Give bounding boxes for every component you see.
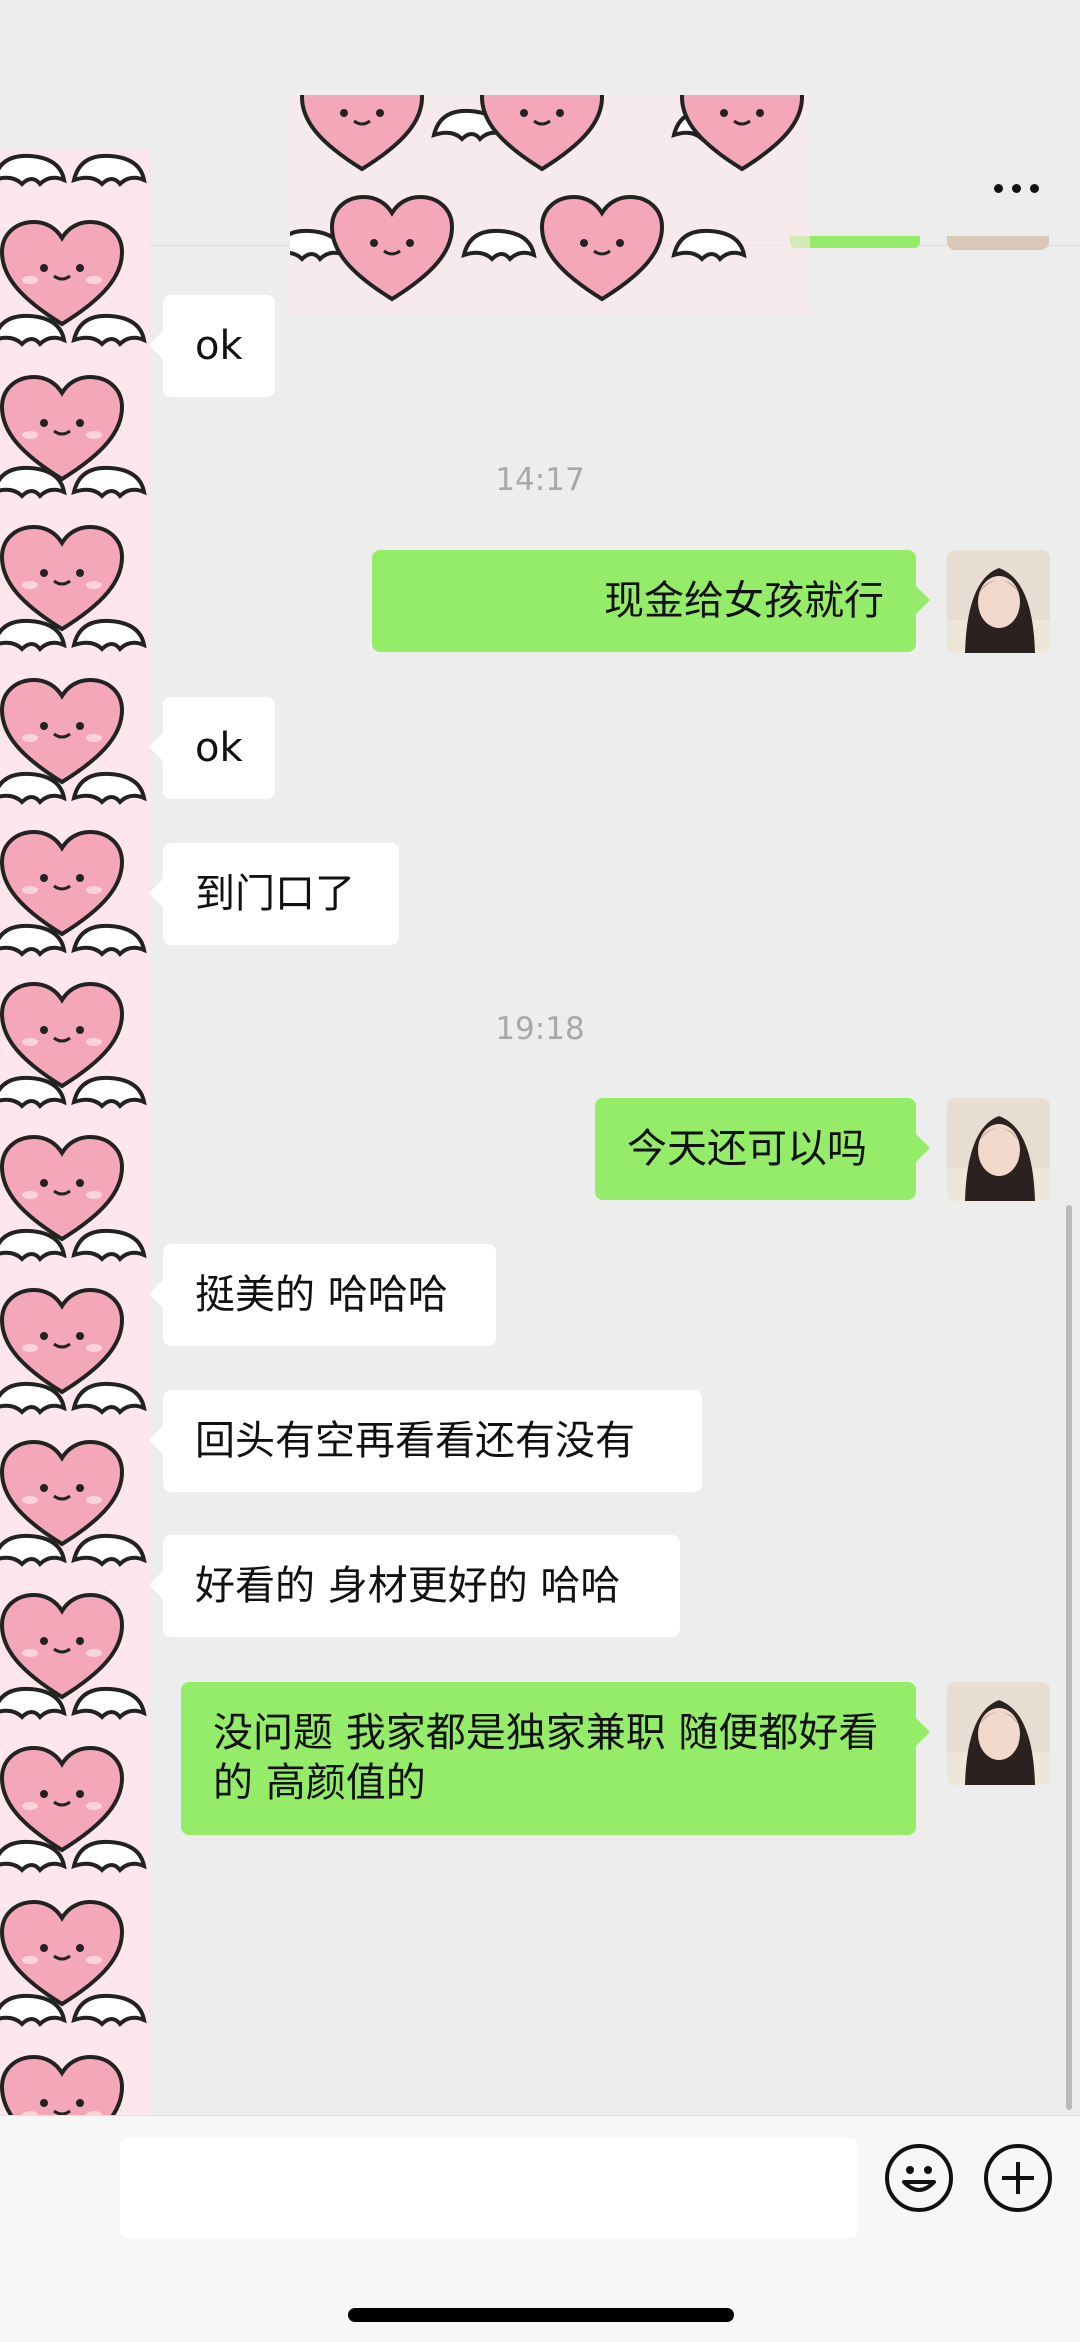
- plus-button[interactable]: [984, 2144, 1052, 2212]
- user-avatar[interactable]: [947, 1098, 1050, 1201]
- more-options-button[interactable]: [980, 160, 1052, 216]
- incoming-message[interactable]: ok: [149, 295, 275, 397]
- scrollbar[interactable]: [1066, 1205, 1072, 2110]
- incoming-message[interactable]: 到门口了: [149, 843, 399, 945]
- emoji-icon: [902, 2166, 936, 2192]
- more-icon: [993, 183, 1039, 193]
- message-input[interactable]: [120, 2138, 858, 2238]
- outgoing-message[interactable]: 今天还可以吗: [595, 1098, 930, 1200]
- sticker-overlay: [0, 150, 150, 2270]
- home-indicator[interactable]: [348, 2308, 734, 2322]
- incoming-message[interactable]: 好看的 身材更好的 哈哈: [149, 1535, 680, 1637]
- emoji-button[interactable]: [885, 2144, 953, 2212]
- user-avatar[interactable]: [947, 1682, 1050, 1785]
- timestamp: 14:17: [495, 462, 585, 498]
- timestamp: 19:18: [495, 1011, 585, 1047]
- user-avatar[interactable]: [947, 550, 1050, 653]
- plus-icon: [1002, 2162, 1034, 2194]
- incoming-message[interactable]: ok: [149, 697, 275, 799]
- outgoing-message[interactable]: 没问题 我家都是独家兼职 随便都好看的 高颜值的: [181, 1682, 930, 1835]
- outgoing-message[interactable]: 现金给女孩就行: [372, 550, 930, 652]
- partial-avatar: [947, 236, 1049, 250]
- sticker-overlay: [290, 95, 810, 315]
- incoming-message[interactable]: 回头有空再看看还有没有: [149, 1390, 702, 1492]
- incoming-message[interactable]: 挺美的 哈哈哈: [149, 1244, 496, 1346]
